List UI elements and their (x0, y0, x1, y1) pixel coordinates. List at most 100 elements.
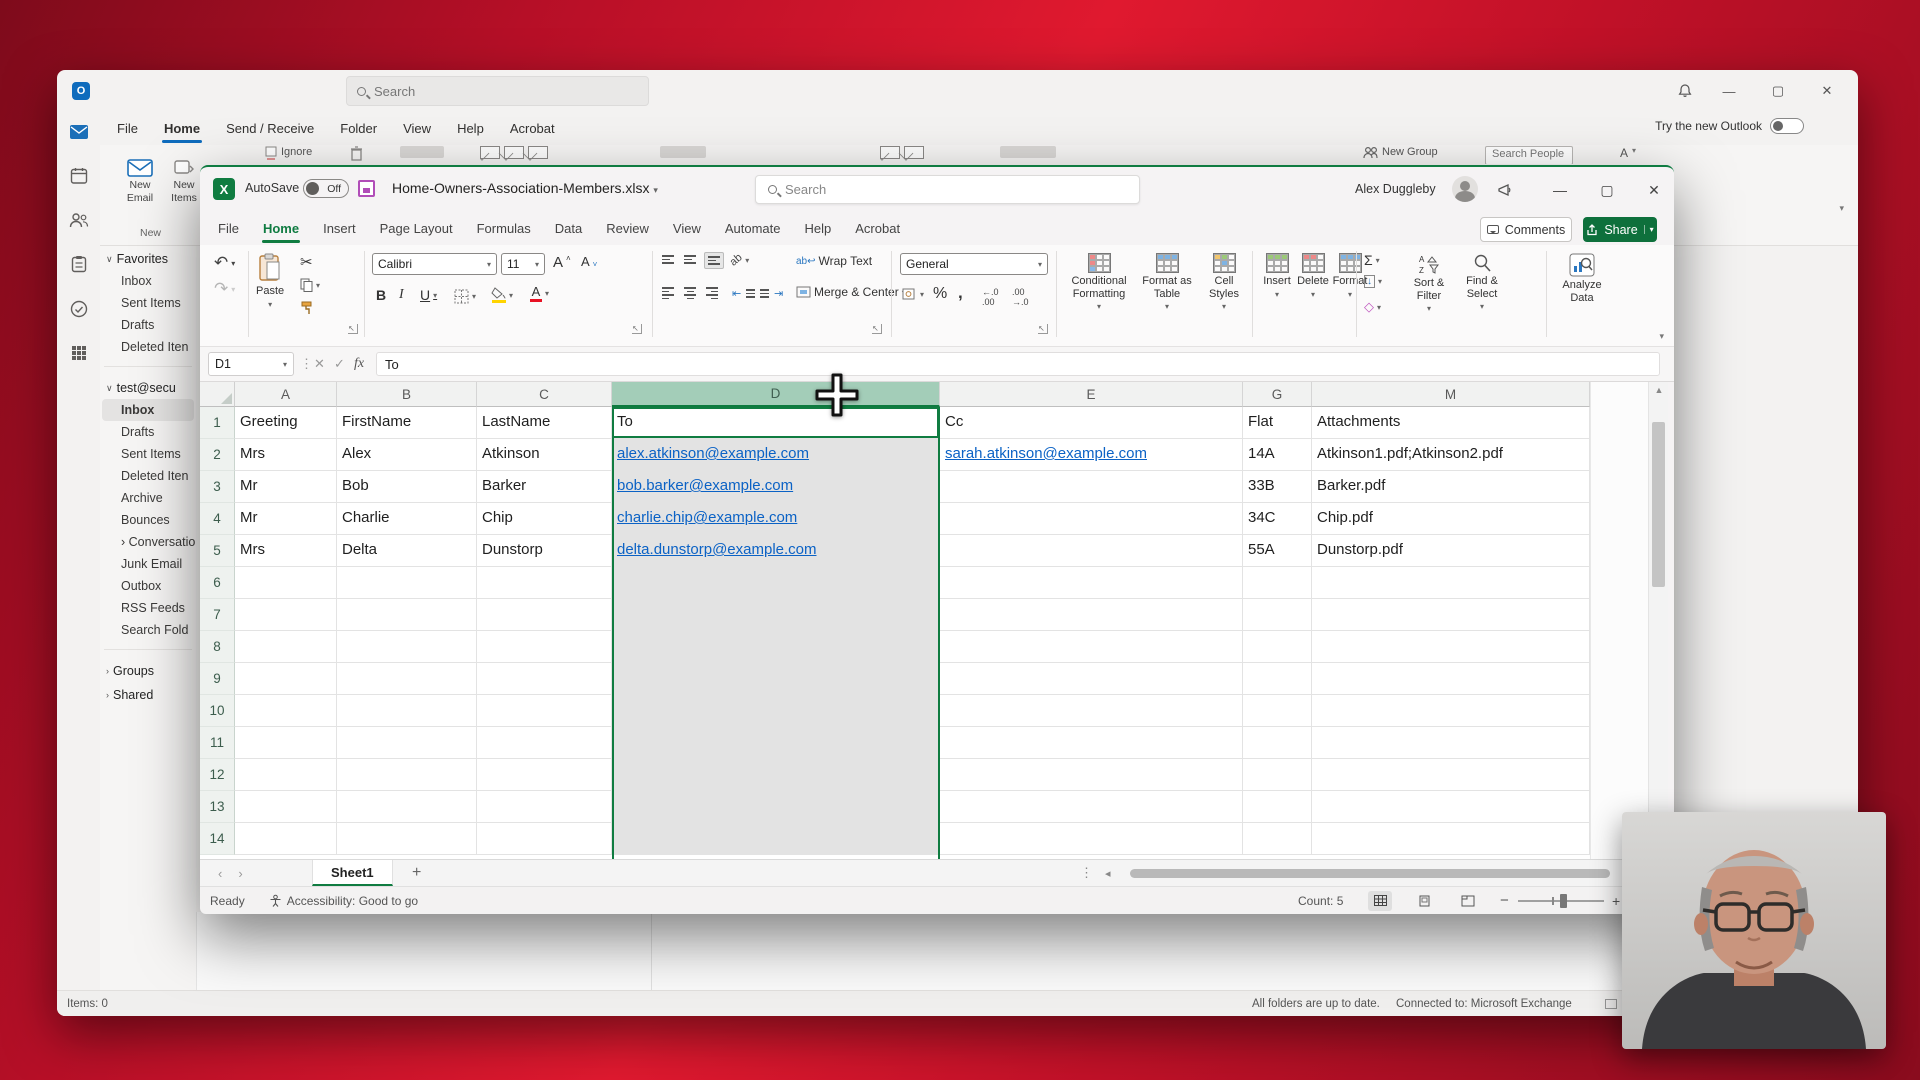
tags-box[interactable] (1000, 146, 1056, 164)
try-new-outlook[interactable]: Try the new Outlook (1655, 118, 1804, 134)
search-people-input[interactable]: Search People (1485, 146, 1574, 164)
redo-button[interactable]: ↷ ▾ (214, 279, 235, 299)
sheet-grid[interactable]: A B C D E G M 1 Greeting FirstName LastName To Cc Fla… (200, 382, 1668, 859)
outlook-ribbon-collapse-icon[interactable]: ▾ (1839, 203, 1844, 214)
cell-B12[interactable] (337, 759, 477, 791)
format-painter-button[interactable] (300, 301, 314, 315)
cell-G12[interactable] (1243, 759, 1312, 791)
cell-M1[interactable]: Attachments (1312, 407, 1590, 439)
outlook-close-button[interactable]: ✕ (1816, 80, 1838, 102)
excel-tab-formulas[interactable]: Formulas (467, 215, 541, 242)
align-bottom-button[interactable] (704, 252, 724, 269)
cell-link[interactable]: charlie.chip@example.com (617, 509, 797, 526)
cell-C12[interactable] (477, 759, 612, 791)
cell-D6[interactable] (612, 567, 940, 599)
megaphone-icon[interactable] (1492, 178, 1518, 202)
folder-item-inbox[interactable]: Inbox (102, 270, 194, 292)
paste-button[interactable]: Paste ▾ (256, 253, 284, 309)
insert-function-icon[interactable]: fx (354, 356, 364, 372)
cell-B11[interactable] (337, 727, 477, 759)
cell-D12[interactable] (612, 759, 940, 791)
cell-D5[interactable]: delta.dunstorp@example.com (612, 535, 940, 567)
cell-B10[interactable] (337, 695, 477, 727)
cell-B7[interactable] (337, 599, 477, 631)
share-dropdown-icon[interactable]: ▾ (1643, 225, 1654, 234)
cut-button[interactable]: ✂ (300, 253, 313, 271)
apps-module-icon[interactable] (71, 345, 87, 366)
outlook-maximize-button[interactable]: ▢ (1767, 80, 1789, 102)
archive-button[interactable] (400, 146, 444, 164)
delete-icon[interactable] (350, 146, 363, 164)
outlook-menu-help[interactable]: Help (457, 121, 484, 136)
user-name[interactable]: Alex Duggleby (1355, 182, 1436, 196)
folder-item-archive[interactable]: Archive (102, 487, 194, 509)
column-header-B[interactable]: B (337, 382, 477, 407)
row-header-11[interactable]: 11 (200, 727, 235, 759)
formula-input[interactable]: To (376, 352, 1660, 376)
excel-tab-review[interactable]: Review (596, 215, 659, 242)
cell-D8[interactable] (612, 631, 940, 663)
sheet-next-icon[interactable]: › (238, 866, 242, 881)
cell-A13[interactable] (235, 791, 337, 823)
column-header-G[interactable]: G (1243, 382, 1312, 407)
cell-B9[interactable] (337, 663, 477, 695)
outlook-menu-view[interactable]: View (403, 121, 431, 136)
folder-item-rss-feeds[interactable]: RSS Feeds (102, 597, 194, 619)
autosave-toggle[interactable]: Off (303, 179, 349, 198)
cell-A3[interactable]: Mr (235, 471, 337, 503)
clipboard-dialog-launcher[interactable]: ↘ (348, 324, 358, 334)
cell-B3[interactable]: Bob (337, 471, 477, 503)
row-header-10[interactable]: 10 (200, 695, 235, 727)
align-left-button[interactable] (662, 287, 674, 300)
cell-E6[interactable] (940, 567, 1243, 599)
cell-A7[interactable] (235, 599, 337, 631)
decrease-font-button[interactable]: A ˅ (581, 254, 597, 269)
orientation-button[interactable]: ab ▾ (728, 251, 750, 268)
cell-E9[interactable] (940, 663, 1243, 695)
row-header-12[interactable]: 12 (200, 759, 235, 791)
outlook-menu-send-receive[interactable]: Send / Receive (226, 121, 314, 136)
outlook-view-icon[interactable] (1605, 998, 1617, 1009)
cell-link[interactable]: delta.dunstorp@example.com (617, 541, 817, 558)
cell-M14[interactable] (1312, 823, 1590, 855)
share-button[interactable]: Share ▾ (1583, 217, 1657, 242)
column-header-E[interactable]: E (940, 382, 1243, 407)
accounting-format-button[interactable]: ▾ (902, 287, 924, 301)
folder-item-deleted-iten[interactable]: Deleted Iten (102, 336, 194, 358)
borders-button[interactable]: ▾ (454, 289, 476, 304)
cell-B13[interactable] (337, 791, 477, 823)
cell-A6[interactable] (235, 567, 337, 599)
zoom-slider-thumb[interactable] (1560, 894, 1567, 908)
page-break-view-button[interactable] (1456, 891, 1480, 911)
cell-M9[interactable] (1312, 663, 1590, 695)
font-size-select[interactable]: 11 ▾ (501, 253, 545, 275)
address-book-icon[interactable]: A ▾ (1620, 146, 1636, 164)
cell-A11[interactable] (235, 727, 337, 759)
folder-item-junk-email[interactable]: Junk Email (102, 553, 194, 575)
cell-link[interactable]: bob.barker@example.com (617, 477, 793, 494)
sheet-tab-active[interactable]: Sheet1 (312, 860, 393, 886)
new-group-button[interactable]: New Group (1363, 146, 1438, 164)
cell-C2[interactable]: Atkinson (477, 439, 612, 471)
row-header-13[interactable]: 13 (200, 791, 235, 823)
bold-button[interactable]: B (376, 287, 386, 303)
cell-C1[interactable]: LastName (477, 407, 612, 439)
find-select-button[interactable]: Find & Select ▾ (1458, 253, 1506, 311)
cell-D14[interactable] (612, 823, 940, 855)
quicksteps-box[interactable] (660, 146, 706, 164)
tasks-module-icon[interactable] (71, 255, 87, 278)
row-header-14[interactable]: 14 (200, 823, 235, 855)
cell-D13[interactable] (612, 791, 940, 823)
zoom-out-button[interactable]: − (1500, 892, 1509, 909)
cell-A2[interactable]: Mrs (235, 439, 337, 471)
fill-color-button[interactable]: ▾ (491, 287, 513, 303)
cell-A10[interactable] (235, 695, 337, 727)
cell-D2[interactable]: alex.atkinson@example.com (612, 439, 940, 471)
merge-center-button[interactable]: Merge & Center▾ (796, 285, 906, 299)
cell-E1[interactable]: Cc (940, 407, 1243, 439)
copy-button[interactable]: ▾ (300, 278, 320, 292)
cell-G13[interactable] (1243, 791, 1312, 823)
delete-cells-button[interactable]: Delete ▾ (1296, 253, 1330, 299)
excel-tab-view[interactable]: View (663, 215, 711, 242)
cell-G8[interactable] (1243, 631, 1312, 663)
